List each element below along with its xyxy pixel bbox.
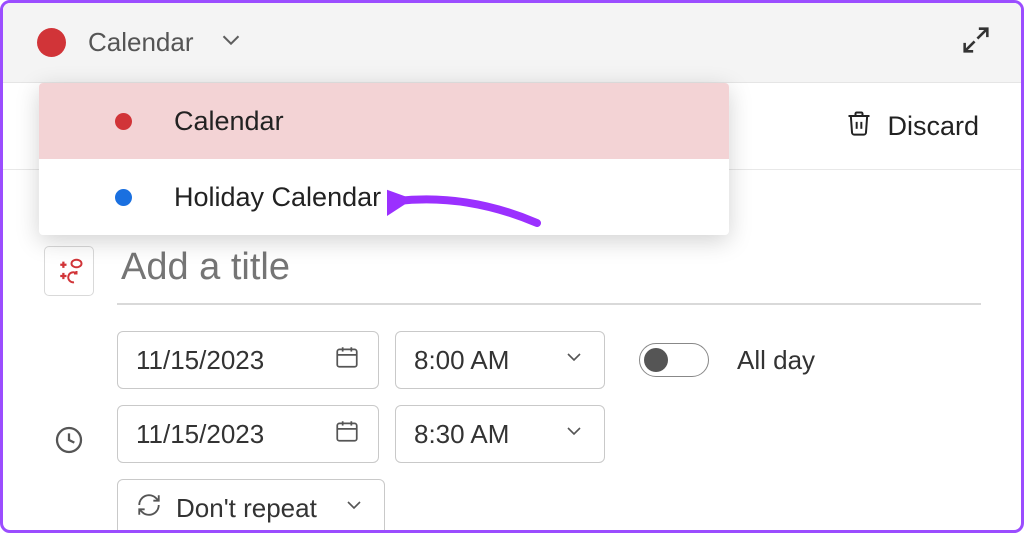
end-time-value: 8:30 AM bbox=[414, 419, 509, 450]
trash-icon bbox=[845, 109, 873, 144]
repeat-row: Don't repeat bbox=[117, 479, 981, 533]
dropdown-item-calendar[interactable]: Calendar bbox=[39, 83, 729, 159]
dropdown-item-holiday-calendar[interactable]: Holiday Calendar bbox=[39, 159, 729, 235]
end-date-value: 11/15/2023 bbox=[136, 419, 264, 450]
calendar-icon bbox=[334, 418, 360, 451]
start-date-value: 11/15/2023 bbox=[136, 345, 264, 376]
calendar-color-dot bbox=[115, 113, 132, 130]
all-day-label: All day bbox=[737, 345, 815, 376]
header-bar: Calendar bbox=[3, 3, 1021, 83]
start-date-field[interactable]: 11/15/2023 bbox=[117, 331, 379, 389]
calendar-icon bbox=[334, 344, 360, 377]
repeat-icon bbox=[136, 492, 162, 525]
start-time-field[interactable]: 8:00 AM bbox=[395, 331, 605, 389]
event-form: 11/15/2023 8:00 AM All day bbox=[3, 236, 1021, 533]
chevron-down-icon bbox=[562, 419, 586, 450]
event-title-input[interactable] bbox=[117, 236, 981, 305]
chevron-down-icon bbox=[562, 345, 586, 376]
calendar-name: Calendar bbox=[88, 27, 194, 58]
chevron-down-icon bbox=[342, 493, 366, 524]
dropdown-item-label: Holiday Calendar bbox=[174, 182, 381, 213]
toggle-knob bbox=[644, 348, 668, 372]
quick-options-icon bbox=[54, 256, 84, 286]
calendar-dropdown: Calendar Holiday Calendar bbox=[39, 83, 729, 235]
expand-icon bbox=[959, 44, 993, 61]
chevron-down-icon bbox=[216, 25, 246, 60]
end-datetime-row: 11/15/2023 8:30 AM bbox=[117, 405, 981, 463]
start-datetime-row: 11/15/2023 8:00 AM All day bbox=[117, 331, 981, 389]
repeat-field[interactable]: Don't repeat bbox=[117, 479, 385, 533]
calendar-selector[interactable]: Calendar bbox=[37, 25, 246, 60]
repeat-value: Don't repeat bbox=[176, 493, 328, 524]
calendar-color-dot bbox=[115, 189, 132, 206]
clock-icon bbox=[53, 424, 85, 461]
all-day-toggle[interactable] bbox=[639, 343, 709, 377]
date-time-section: 11/15/2023 8:00 AM All day bbox=[43, 331, 981, 533]
discard-button[interactable]: Discard bbox=[845, 109, 979, 144]
end-time-field[interactable]: 8:30 AM bbox=[395, 405, 605, 463]
end-date-field[interactable]: 11/15/2023 bbox=[117, 405, 379, 463]
title-row bbox=[43, 236, 981, 305]
start-time-value: 8:00 AM bbox=[414, 345, 509, 376]
event-editor-window: Calendar Discard Calendar Holiday Calen bbox=[0, 0, 1024, 533]
discard-label: Discard bbox=[887, 111, 979, 142]
dropdown-item-label: Calendar bbox=[174, 106, 284, 137]
calendar-color-dot bbox=[37, 28, 66, 57]
expand-button[interactable] bbox=[959, 23, 993, 62]
quick-options-button[interactable] bbox=[44, 246, 94, 296]
